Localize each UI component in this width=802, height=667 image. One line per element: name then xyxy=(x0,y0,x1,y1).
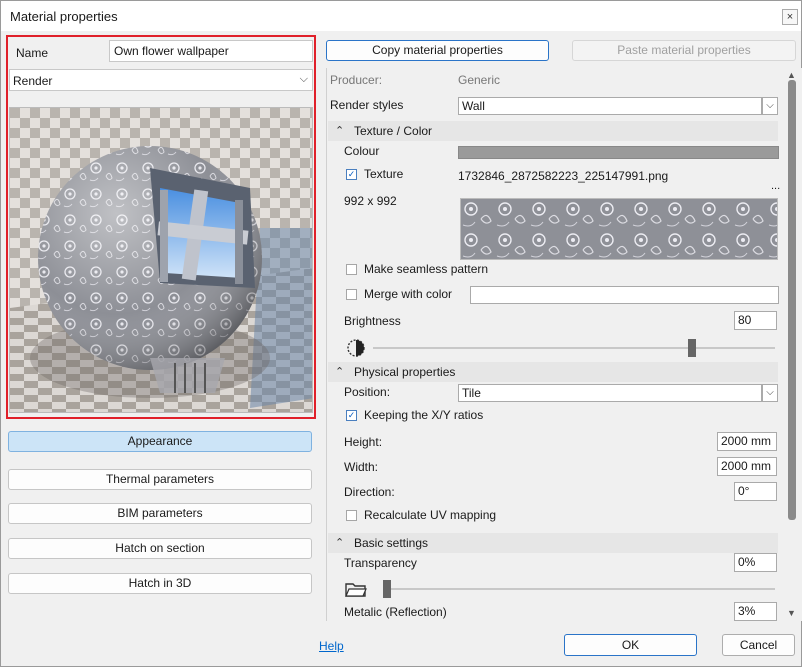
material-preview-image xyxy=(9,107,313,413)
chevron-up-icon: ⌃ xyxy=(335,537,345,549)
width-label: Width: xyxy=(344,460,379,474)
merge-color-checkbox[interactable] xyxy=(346,289,357,300)
metalic-label: Metalic (Reflection) xyxy=(344,605,447,619)
render-mode-select[interactable]: Render ⌵ xyxy=(9,69,313,91)
ok-button[interactable]: OK xyxy=(564,634,697,656)
brightness-slider[interactable] xyxy=(373,347,775,349)
transparency-slider[interactable] xyxy=(383,588,775,590)
chevron-down-icon[interactable]: ⌵ xyxy=(762,384,778,402)
cancel-button[interactable]: Cancel xyxy=(722,634,795,656)
recalculate-uv-checkbox[interactable] xyxy=(346,510,357,521)
hatch-in-3d-button[interactable]: Hatch in 3D xyxy=(8,573,312,594)
scroll-down-icon[interactable]: ▼ xyxy=(787,608,796,618)
name-input[interactable]: Own flower wallpaper xyxy=(109,40,313,62)
producer-label: Producer: xyxy=(330,73,383,87)
seamless-checkbox[interactable] xyxy=(346,264,357,275)
texture-thumbnail[interactable] xyxy=(460,198,778,260)
thermal-parameters-button[interactable]: Thermal parameters xyxy=(8,469,312,490)
copy-material-properties-button[interactable]: Copy material properties xyxy=(326,40,549,61)
width-input[interactable]: 2000 mm xyxy=(717,457,777,476)
texture-filename: 1732846_2872582223_225147991.png xyxy=(458,169,669,183)
recalculate-uv-label: Recalculate UV mapping xyxy=(364,508,497,522)
texture-label: Texture xyxy=(364,167,404,181)
chevron-down-icon: ⌵ xyxy=(299,73,308,85)
section-texture-color[interactable]: ⌃ Texture / Color xyxy=(328,121,778,141)
keep-ratio-checkbox[interactable]: ✓ xyxy=(346,410,357,421)
transparency-input[interactable]: 0% xyxy=(734,553,777,572)
material-preview-panel: Name Own flower wallpaper Render ⌵ xyxy=(6,35,316,419)
title-bar: Material properties × xyxy=(1,1,801,31)
section-title: Texture / Color xyxy=(354,124,433,138)
keep-ratio-label: Keeping the X/Y ratios xyxy=(364,408,484,422)
hatch-on-section-button[interactable]: Hatch on section xyxy=(8,538,312,559)
paste-material-properties-button[interactable]: Paste material properties xyxy=(572,40,796,61)
check-icon: ✓ xyxy=(347,169,356,179)
height-input[interactable]: 2000 mm xyxy=(717,432,777,451)
texture-browse-button[interactable]: ... xyxy=(771,180,780,192)
brightness-label: Brightness xyxy=(344,314,401,328)
render-styles-select[interactable]: Wall ⌵ xyxy=(458,97,778,115)
property-grid: Producer: Generic Render styles Wall ⌵ ⌃… xyxy=(326,68,802,621)
brightness-slider-handle[interactable] xyxy=(688,339,697,357)
position-select[interactable]: Tile ⌵ xyxy=(458,384,778,402)
transparency-label: Transparency xyxy=(344,556,417,570)
direction-label: Direction: xyxy=(344,485,395,499)
render-styles-label: Render styles xyxy=(330,98,404,112)
folder-icon[interactable] xyxy=(345,580,367,598)
transparency-slider-handle[interactable] xyxy=(383,580,391,598)
close-button[interactable]: × xyxy=(782,9,798,25)
texture-size: 992 x 992 xyxy=(344,194,397,208)
close-icon: × xyxy=(786,10,794,23)
material-properties-window: Material properties × Name Own flower wa… xyxy=(0,0,802,667)
chevron-up-icon: ⌃ xyxy=(335,366,345,378)
name-label: Name xyxy=(16,46,49,60)
height-label: Height: xyxy=(344,435,383,449)
merge-color-swatch[interactable] xyxy=(470,286,779,304)
property-scrollbar[interactable]: ▲ ▼ xyxy=(784,68,801,621)
merge-color-label: Merge with color xyxy=(364,287,453,301)
section-title: Physical properties xyxy=(354,365,456,379)
section-title: Basic settings xyxy=(354,536,429,550)
render-mode-value: Render xyxy=(13,74,53,88)
seamless-label: Make seamless pattern xyxy=(364,262,489,276)
section-physical-properties[interactable]: ⌃ Physical properties xyxy=(328,362,778,382)
appearance-button[interactable]: Appearance xyxy=(8,431,312,452)
position-value: Tile xyxy=(462,386,481,400)
bim-parameters-button[interactable]: BIM parameters xyxy=(8,503,312,524)
metalic-input[interactable]: 3% xyxy=(734,602,777,621)
chevron-down-icon[interactable]: ⌵ xyxy=(762,97,778,115)
texture-checkbox[interactable]: ✓ xyxy=(346,169,357,180)
scroll-up-icon[interactable]: ▲ xyxy=(787,70,796,80)
brightness-icon xyxy=(346,338,366,358)
render-styles-value: Wall xyxy=(462,99,485,113)
position-label: Position: xyxy=(344,385,391,399)
check-icon: ✓ xyxy=(347,410,356,420)
direction-input[interactable]: 0° xyxy=(734,482,777,501)
scrollbar-thumb[interactable] xyxy=(788,80,796,520)
chevron-up-icon: ⌃ xyxy=(335,125,345,137)
brightness-input[interactable]: 80 xyxy=(734,311,777,330)
help-link[interactable]: Help xyxy=(319,639,344,653)
section-basic-settings[interactable]: ⌃ Basic settings xyxy=(328,533,778,553)
window-title: Material properties xyxy=(10,9,118,24)
colour-swatch[interactable] xyxy=(458,146,779,159)
producer-value: Generic xyxy=(458,73,501,87)
colour-label: Colour xyxy=(344,144,380,158)
